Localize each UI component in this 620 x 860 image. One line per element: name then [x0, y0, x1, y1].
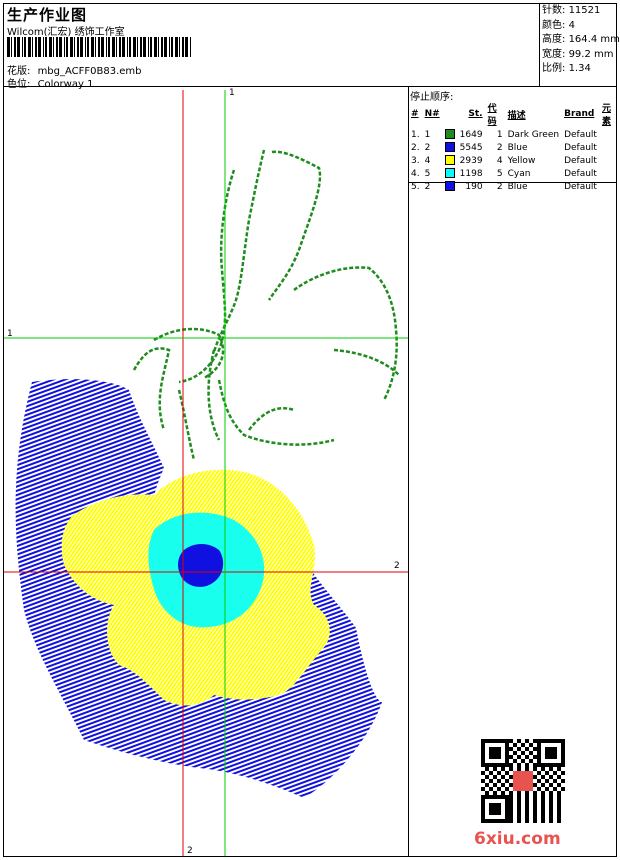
col-header-swatch: [443, 101, 458, 128]
row-swatch: [443, 141, 458, 154]
colors-value: 4: [568, 19, 575, 31]
height-label: 高度:: [542, 34, 566, 45]
col-header-brand: Brand: [564, 109, 595, 119]
row-description: Blue: [507, 181, 528, 192]
row-code: 4: [496, 155, 503, 166]
table-row: 4. 5 1198 5 Cyan Default: [409, 167, 620, 180]
row-brand: Default: [564, 155, 597, 166]
color-swatch: [444, 142, 455, 153]
row-description: Dark Green: [507, 129, 560, 140]
row-index: 3.: [411, 155, 420, 166]
row-stitches: 2939: [459, 155, 483, 166]
row-element: [600, 128, 620, 141]
row-needle: 4: [424, 155, 431, 166]
row-swatch: [443, 167, 458, 180]
design-stats: 针数: 11521 颜色: 4 高度: 164.4 mm 宽度: 99.2 mm…: [542, 4, 620, 77]
colorway-value: Colorway 1: [37, 79, 94, 90]
colorway-label: 色位:: [7, 79, 31, 90]
row-code: 2: [496, 142, 503, 153]
table-row: 3. 4 2939 4 Yellow Default: [409, 154, 620, 167]
row-description: Cyan: [507, 168, 531, 179]
row-swatch: [443, 128, 458, 141]
row-swatch: [443, 180, 458, 193]
colors-label: 颜色:: [542, 19, 566, 31]
width-label: 宽度:: [542, 48, 566, 60]
header-divider: [3, 86, 617, 87]
row-code: 2: [496, 181, 503, 192]
scale-label: 比例:: [542, 63, 566, 74]
company-name: Wilcom(汇宏) 绣饰工作室: [7, 27, 125, 38]
row-swatch: [443, 154, 458, 167]
table-row: 2. 2 5545 2 Blue Default: [409, 141, 620, 154]
col-header-description: 描述: [507, 110, 526, 121]
row-brand: Default: [564, 181, 597, 192]
green-outline-leaves: [132, 149, 400, 461]
row-brand: Default: [564, 168, 597, 179]
row-code: 1: [496, 129, 503, 140]
width-value: 99.2 mm: [568, 48, 614, 60]
row-code: 5: [496, 168, 503, 179]
row-index: 1.: [411, 129, 420, 140]
axis-label-bottom: 2: [187, 846, 193, 856]
row-needle: 1: [424, 129, 431, 140]
row-element: [600, 154, 620, 167]
table-row: 5. 2 190 2 Blue Default: [409, 180, 620, 193]
scale-value: 1.34: [568, 63, 591, 74]
row-element: [600, 180, 620, 193]
barcode: [7, 37, 191, 57]
col-header-code: 代码: [487, 104, 497, 127]
row-element: [600, 141, 620, 154]
row-element: [600, 167, 620, 180]
axis-label-left: 1: [7, 329, 13, 339]
panel-divider: [408, 86, 409, 857]
axis-label-right: 2: [394, 561, 400, 571]
row-stitches: 1649: [459, 129, 483, 140]
col-header-index: #: [411, 109, 419, 119]
qr-code: [481, 739, 565, 823]
row-brand: Default: [564, 129, 597, 140]
row-index: 4.: [411, 168, 420, 179]
color-swatch: [444, 168, 455, 179]
stitches-label: 针数:: [542, 5, 566, 16]
color-swatch: [444, 155, 455, 166]
stop-sequence-rows: 1. 1 1649 1 Dark Green Default 2. 2 5545…: [409, 128, 620, 193]
stitches-value: 11521: [568, 5, 601, 16]
height-value: 164.4 mm: [568, 34, 620, 45]
col-header-needle: N#: [424, 109, 440, 119]
stop-sequence-table: # N# St. 代码 描述 Brand 元素 1. 1 1649 1 Dark…: [409, 101, 620, 193]
row-stitches: 1198: [459, 168, 483, 179]
row-index: 5.: [411, 181, 420, 192]
col-header-element: 元素: [601, 104, 611, 127]
color-swatch: [444, 129, 455, 140]
row-needle: 2: [424, 142, 431, 153]
row-index: 2.: [411, 142, 420, 153]
color-swatch: [444, 181, 455, 192]
table-header-row: # N# St. 代码 描述 Brand 元素: [409, 101, 620, 128]
embroidery-preview: [4, 90, 408, 856]
page-title: 生产作业图: [7, 6, 88, 24]
colorway-row: 色位: Colorway 1: [7, 75, 93, 90]
col-header-stitches: St.: [468, 109, 483, 119]
row-description: Yellow: [507, 155, 536, 166]
row-needle: 5: [424, 168, 431, 179]
row-stitches: 190: [465, 181, 483, 192]
stats-divider: [539, 3, 540, 86]
row-description: Blue: [507, 142, 528, 153]
row-needle: 2: [424, 181, 431, 192]
row-stitches: 5545: [459, 142, 483, 153]
table-row: 1. 1 1649 1 Dark Green Default: [409, 128, 620, 141]
axis-label-top: 1: [229, 88, 235, 98]
watermark-text: 6xiu.com: [474, 829, 561, 849]
row-brand: Default: [564, 142, 597, 153]
